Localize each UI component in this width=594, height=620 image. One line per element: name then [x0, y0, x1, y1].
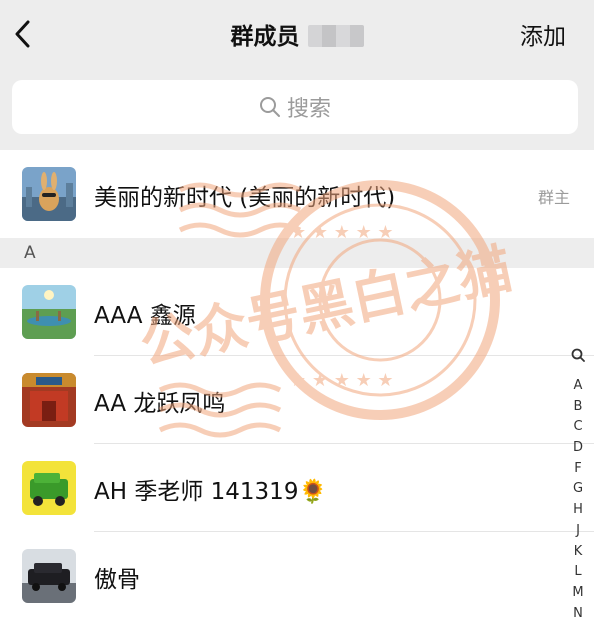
index-letter[interactable]: N: [573, 604, 583, 620]
index-search-icon[interactable]: [571, 344, 585, 366]
avatar: [22, 461, 76, 515]
add-member-button[interactable]: 添加: [520, 17, 566, 51]
index-letter[interactable]: F: [574, 459, 581, 480]
list-item[interactable]: AA 龙跃凤鸣: [0, 356, 594, 444]
page-title-text: 群成员: [230, 24, 300, 50]
owner-badge: 群主: [537, 188, 570, 207]
avatar: [22, 167, 76, 221]
index-letter[interactable]: B: [574, 397, 583, 418]
member-name: AAA 鑫源: [94, 303, 196, 329]
index-letter[interactable]: K: [574, 542, 583, 563]
index-letter[interactable]: G: [573, 479, 583, 500]
list-item[interactable]: AH 季老师 141319🌻: [0, 444, 594, 532]
blurred-group-name: [307, 25, 364, 47]
member-name: 美丽的新时代 (美丽的新时代): [94, 185, 396, 211]
list-item[interactable]: 傲骨: [0, 532, 594, 620]
member-list: 美丽的新时代 (美丽的新时代) 群主 A AAA 鑫源 AA 龙跃凤鸣 AH 季…: [0, 150, 594, 620]
index-letter[interactable]: M: [572, 583, 583, 604]
search-icon: [259, 97, 280, 117]
index-letter[interactable]: A: [574, 376, 583, 397]
alphabet-index-bar[interactable]: A B C D F G H J K L M N: [568, 344, 588, 620]
avatar: [22, 549, 76, 603]
index-letter[interactable]: D: [573, 438, 583, 459]
avatar: [22, 373, 76, 427]
section-header-a: A: [0, 238, 594, 268]
index-letter[interactable]: L: [574, 562, 581, 583]
search-input[interactable]: 搜索: [12, 80, 578, 134]
nav-bar: 群成员 添加: [0, 0, 594, 66]
avatar: [22, 285, 76, 339]
search-placeholder: 搜索: [286, 97, 331, 122]
member-name: AH 季老师 141319🌻: [94, 479, 328, 505]
index-letter[interactable]: H: [573, 500, 583, 521]
member-name: AA 龙跃凤鸣: [94, 391, 226, 417]
page-title: 群成员: [0, 17, 594, 51]
list-item-owner[interactable]: 美丽的新时代 (美丽的新时代) 群主: [0, 150, 594, 238]
member-name: 傲骨: [94, 567, 140, 593]
index-letter[interactable]: J: [576, 521, 580, 542]
index-letter[interactable]: C: [573, 417, 582, 438]
list-item[interactable]: AAA 鑫源: [0, 268, 594, 356]
